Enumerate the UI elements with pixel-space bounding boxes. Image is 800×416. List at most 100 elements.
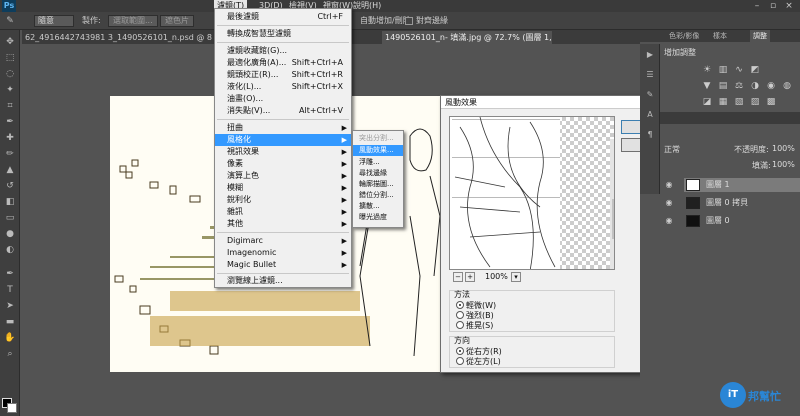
- vibrance-icon[interactable]: ▼: [700, 80, 714, 92]
- tab-swatches[interactable]: 樣本: [710, 30, 730, 42]
- threshold-icon[interactable]: ▧: [732, 96, 746, 108]
- play-icon[interactable]: ▶: [645, 50, 655, 60]
- zoom-tool-icon[interactable]: ⌕: [4, 348, 16, 360]
- shape-tool-icon[interactable]: ▬: [4, 316, 16, 328]
- fill-value[interactable]: 100%: [772, 160, 795, 169]
- lasso-tool-icon[interactable]: ◌: [4, 68, 16, 80]
- pen-tool-icon[interactable]: ✎: [4, 15, 16, 27]
- menu-item-noise[interactable]: 雜訊 ▶: [215, 206, 351, 218]
- submenu-item-emboss[interactable]: 浮雕...: [353, 157, 403, 168]
- selection-button[interactable]: 選取範圍...: [108, 15, 158, 27]
- photo-filter-icon[interactable]: ◉: [764, 80, 778, 92]
- style-select[interactable]: 隨意: [34, 15, 74, 27]
- eye-icon[interactable]: ◉: [662, 179, 676, 191]
- healing-brush-icon[interactable]: ✚: [4, 132, 16, 144]
- menu-item-vanishing-point[interactable]: 消失點(V)... Alt+Ctrl+V: [215, 105, 351, 117]
- menu-item-last-filter[interactable]: 最後濾鏡 Ctrl+F: [215, 11, 351, 23]
- mixer-icon[interactable]: ◍: [780, 80, 794, 92]
- close-icon[interactable]: ×: [782, 0, 796, 12]
- menu-item-other[interactable]: 其他 ▶: [215, 218, 351, 230]
- blur-tool-icon[interactable]: ●: [4, 228, 16, 240]
- method-stagger-radio[interactable]: [456, 321, 464, 329]
- minimize-icon[interactable]: –: [750, 0, 764, 12]
- menu-item-magic-bullet[interactable]: Magic Bullet ▶: [215, 259, 351, 271]
- exposure-icon[interactable]: ◩: [748, 64, 762, 76]
- scroll-thumb[interactable]: [612, 199, 614, 239]
- background-color[interactable]: [7, 403, 17, 413]
- submenu-item-find-edges[interactable]: 尋找邊緣: [353, 168, 403, 179]
- menu-item-video[interactable]: 視訊效果 ▶: [215, 146, 351, 158]
- brush-preset-icon[interactable]: ✎: [645, 90, 655, 100]
- filter-preview[interactable]: [449, 116, 615, 270]
- magic-wand-icon[interactable]: ✦: [4, 84, 16, 96]
- align-edges-checkbox[interactable]: [405, 17, 413, 25]
- menu-item-stylize[interactable]: 風格化 ▶: [215, 134, 351, 146]
- eraser-tool-icon[interactable]: ◧: [4, 196, 16, 208]
- stamp-tool-icon[interactable]: ▲: [4, 164, 16, 176]
- brush-tool-icon[interactable]: ✏: [4, 148, 16, 160]
- character-icon[interactable]: A: [645, 110, 655, 120]
- layer-row[interactable]: 圖層 1: [684, 178, 800, 192]
- hand-tool-icon[interactable]: ✋: [4, 332, 16, 344]
- crop-tool-icon[interactable]: ⌗: [4, 100, 16, 112]
- paragraph-icon[interactable]: ¶: [645, 130, 655, 140]
- method-blast-radio[interactable]: [456, 311, 464, 319]
- menu-item-filter-gallery[interactable]: 濾鏡收藏館(G)...: [215, 45, 351, 57]
- invert-icon[interactable]: ◪: [700, 96, 714, 108]
- direction-left-radio[interactable]: [456, 357, 464, 365]
- history-icon[interactable]: ☰: [645, 70, 655, 80]
- menu-item-adaptive-wide-angle[interactable]: 最適化廣角(A)... Shift+Ctrl+A: [215, 57, 351, 69]
- menu-item-imagenomic[interactable]: Imagenomic ▶: [215, 247, 351, 259]
- dodge-tool-icon[interactable]: ◐: [4, 244, 16, 256]
- layer-row[interactable]: 圖層 0 拷貝: [684, 196, 800, 210]
- menu-item-distort[interactable]: 扭曲 ▶: [215, 122, 351, 134]
- preview-scrollbar[interactable]: [610, 139, 614, 269]
- menu-help[interactable]: 說明(H): [350, 0, 384, 12]
- blend-mode[interactable]: 正常: [664, 144, 680, 155]
- submenu-item-trace-contour[interactable]: 輪廓描圖...: [353, 179, 403, 190]
- direction-right-radio[interactable]: [456, 347, 464, 355]
- menu-item-lens-correction[interactable]: 鏡頭校正(R)... Shift+Ctrl+R: [215, 69, 351, 81]
- tab-jpg-document[interactable]: 1490526101_n- 填滿.jpg @ 72.7% (圖層 1, RGB/…: [382, 31, 552, 44]
- submenu-item-diffuse[interactable]: 擴散...: [353, 201, 403, 212]
- bw-icon[interactable]: ◑: [748, 80, 762, 92]
- eyedropper-icon[interactable]: ✒: [4, 116, 16, 128]
- hue-icon[interactable]: ▤: [716, 80, 730, 92]
- restore-icon[interactable]: ▫: [766, 0, 780, 12]
- map-icon[interactable]: ▨: [748, 96, 762, 108]
- menu-item-render[interactable]: 演算上色 ▶: [215, 170, 351, 182]
- zoom-in-icon[interactable]: +: [465, 272, 475, 282]
- menu-item-blur[interactable]: 模糊 ▶: [215, 182, 351, 194]
- method-wind-radio[interactable]: [456, 301, 464, 309]
- type-tool-icon[interactable]: T: [4, 284, 16, 296]
- tab-adjustments[interactable]: 調整: [750, 30, 770, 42]
- menu-item-oil-paint[interactable]: 油畫(O)...: [215, 93, 351, 105]
- zoom-out-icon[interactable]: −: [453, 272, 463, 282]
- submenu-item-wind[interactable]: 風動效果...: [353, 145, 403, 156]
- menu-item-liquify[interactable]: 液化(L)... Shift+Ctrl+X: [215, 81, 351, 93]
- selective-icon[interactable]: ▩: [764, 96, 778, 108]
- levels-icon[interactable]: ▥: [716, 64, 730, 76]
- menu-item-browse-online[interactable]: 瀏覽線上濾鏡...: [215, 275, 351, 287]
- menu-item-sharpen[interactable]: 銳利化 ▶: [215, 194, 351, 206]
- tab-psd-document[interactable]: 62_4916442743981 3_1490526101_n.psd @ 83…: [22, 31, 212, 44]
- menu-item-digimarc[interactable]: Digimarc ▶: [215, 235, 351, 247]
- move-tool-icon[interactable]: ✥: [4, 36, 16, 48]
- submenu-item-tiles[interactable]: 錯位分割...: [353, 190, 403, 201]
- history-brush-icon[interactable]: ↺: [4, 180, 16, 192]
- balance-icon[interactable]: ⚖: [732, 80, 746, 92]
- brightness-icon[interactable]: ☀: [700, 64, 714, 76]
- curves-icon[interactable]: ∿: [732, 64, 746, 76]
- tab-color[interactable]: 色彩/影像: [666, 30, 702, 42]
- submenu-item-solarize[interactable]: 曝光過度: [353, 212, 403, 223]
- opacity-value[interactable]: 100%: [772, 144, 795, 153]
- menu-item-pixelate[interactable]: 像素 ▶: [215, 158, 351, 170]
- zoom-dropdown-icon[interactable]: ▾: [511, 272, 521, 282]
- eye-icon[interactable]: ◉: [662, 215, 676, 227]
- posterize-icon[interactable]: ▦: [716, 96, 730, 108]
- menu-item-smart-filter[interactable]: 轉換成智慧型濾鏡: [215, 28, 351, 40]
- marquee-tool-icon[interactable]: ⬚: [4, 52, 16, 64]
- gradient-tool-icon[interactable]: ▭: [4, 212, 16, 224]
- eye-icon[interactable]: ◉: [662, 197, 676, 209]
- mask-button[interactable]: 遮色片: [160, 15, 194, 27]
